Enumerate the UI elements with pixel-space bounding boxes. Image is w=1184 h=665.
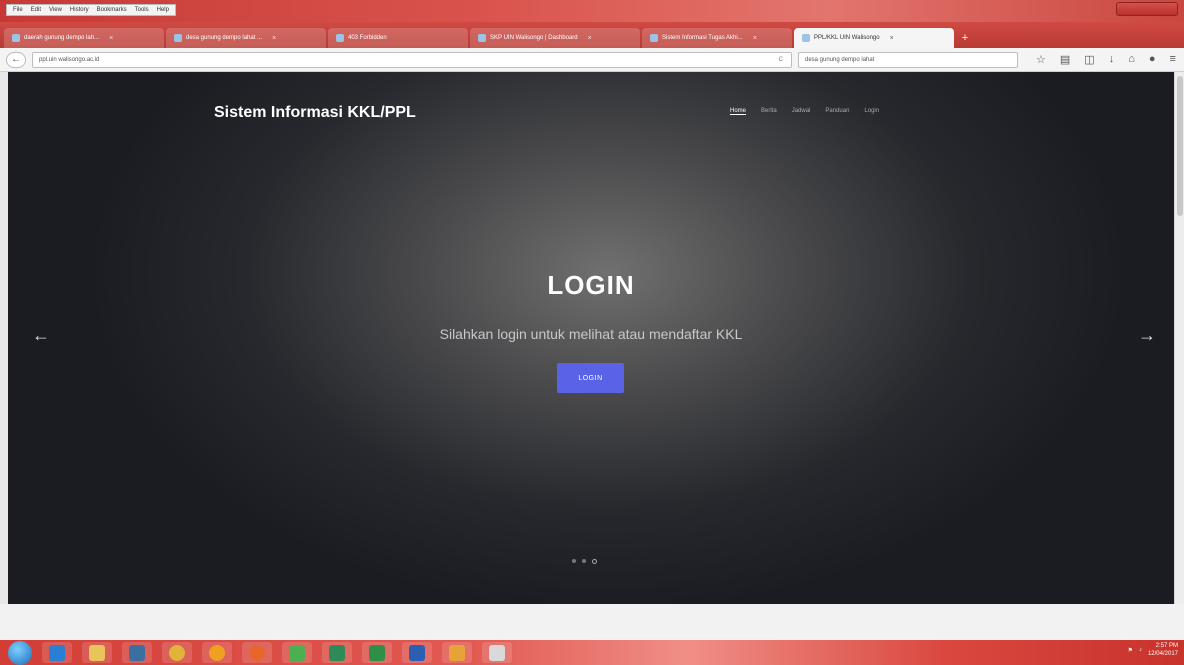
explorer-icon — [89, 644, 105, 661]
chrome-icon — [209, 644, 225, 661]
nav-berita[interactable]: Berita — [761, 108, 777, 115]
nav-jadwal[interactable]: Jadwal — [792, 108, 811, 115]
hero-title: LOGIN — [547, 270, 635, 300]
app-icon — [449, 644, 465, 661]
taskbar-media[interactable] — [122, 642, 152, 663]
close-icon[interactable]: × — [272, 35, 276, 42]
carousel-dot[interactable] — [572, 559, 576, 563]
tab-label: daerah gunung dempo lah... — [24, 35, 100, 41]
app-icon — [489, 644, 505, 661]
search-input[interactable]: desa gunung dempo lahat — [798, 51, 1018, 68]
tab-sistem-informasi[interactable]: Sistem Informasi Tugas Akhi... × — [642, 28, 792, 48]
taskbar-explorer[interactable] — [82, 642, 112, 663]
tab-skp-uin[interactable]: SKP UIN Walisongo | Dashboard × — [470, 28, 640, 48]
page-icon — [650, 34, 658, 42]
tab-label: 403 Forbidden — [348, 35, 387, 41]
site-nav: Home Berita Jadwal Panduan Login — [730, 108, 879, 115]
taskbar-network[interactable] — [322, 642, 352, 663]
firefox-icon — [249, 644, 265, 661]
tab-label: Sistem Informasi Tugas Akhi... — [662, 35, 743, 41]
menu-view[interactable]: View — [46, 5, 65, 15]
system-tray: ⚑ ♪ 2:57 PM 12/04/2017 — [1128, 642, 1178, 658]
taskbar-chrome[interactable] — [162, 642, 192, 663]
taskbar-chrome-2[interactable] — [202, 642, 232, 663]
carousel-dot-active[interactable] — [592, 559, 597, 564]
chrome-icon — [169, 644, 185, 661]
hero-subtitle: Silahkan login untuk melihat atau mendaf… — [439, 326, 743, 342]
menu-edit[interactable]: Edit — [28, 5, 44, 15]
close-icon[interactable]: × — [109, 35, 113, 42]
star-icon[interactable]: ☆ — [1036, 53, 1046, 66]
navigation-bar: ← ppl.uin walisongo.ac.id C desa gunung … — [0, 48, 1184, 72]
url-text: ppl.uin walisongo.ac.id — [39, 56, 100, 63]
tab-bar: daerah gunung dempo lah... × desa gunung… — [0, 22, 1184, 48]
login-button[interactable]: LOGIN — [557, 363, 624, 393]
taskbar-word[interactable] — [402, 642, 432, 663]
library-icon[interactable]: ▤ — [1060, 53, 1070, 66]
start-button[interactable] — [8, 640, 32, 665]
tab-403-forbidden[interactable]: 403 Forbidden — [328, 28, 468, 48]
clock-date: 12/04/2017 — [1147, 651, 1178, 657]
taskbar-app-2[interactable] — [442, 642, 472, 663]
site-brand[interactable]: Sistem Informasi KKL/PPL — [214, 104, 416, 122]
tab-daerah-gunung[interactable]: daerah gunung dempo lah... × — [4, 28, 164, 48]
google-icon — [174, 34, 182, 42]
nav-login[interactable]: Login — [864, 108, 879, 115]
menu-tools[interactable]: Tools — [132, 5, 152, 15]
tab-label: SKP UIN Walisongo | Dashboard — [490, 35, 578, 41]
window-controls[interactable] — [1116, 2, 1178, 16]
page-icon — [336, 34, 344, 42]
taskbar-firefox[interactable] — [242, 642, 272, 663]
tray-volume-icon[interactable]: ♪ — [1139, 647, 1142, 653]
network-icon — [329, 644, 345, 661]
word-icon — [409, 644, 425, 661]
new-tab-button[interactable]: + — [956, 28, 974, 48]
google-icon — [12, 34, 20, 42]
nav-panduan[interactable]: Panduan — [825, 108, 849, 115]
page-below-fold — [0, 604, 1184, 640]
taskbar-excel[interactable] — [362, 642, 392, 663]
carousel-indicators — [572, 559, 597, 564]
close-icon[interactable]: × — [890, 35, 894, 42]
home-icon[interactable]: ⌂ — [1128, 53, 1135, 66]
menu-icon[interactable]: ≡ — [1170, 53, 1176, 66]
app-icon — [289, 644, 305, 661]
media-icon — [129, 644, 145, 661]
page-icon — [478, 34, 486, 42]
close-icon[interactable]: × — [753, 35, 757, 42]
tab-label: desa gunung dempo lahat ... — [186, 35, 263, 41]
nav-home[interactable]: Home — [730, 108, 747, 115]
page-viewport: Sistem Informasi KKL/PPL Home Berita Jad… — [8, 72, 1174, 604]
url-bar[interactable]: ppl.uin walisongo.ac.id C — [32, 51, 792, 68]
tab-ppl-kkl[interactable]: PPL/KKL UIN Walisongo × — [794, 28, 954, 48]
scrollbar-thumb[interactable] — [1177, 76, 1183, 216]
reload-icon[interactable]: C — [779, 53, 791, 67]
taskbar: ⚑ ♪ 2:57 PM 12/04/2017 — [0, 640, 1184, 665]
taskbar-app[interactable] — [282, 642, 312, 663]
menu-file[interactable]: File — [10, 5, 26, 15]
toolbar-icons: ☆ ▤ ◫ ↓ ⌂ ● ≡ — [1036, 53, 1176, 66]
page-scrollbar[interactable] — [1174, 72, 1184, 604]
menu-bar: File Edit View History Bookmarks Tools H… — [6, 4, 176, 16]
tray-flag-icon[interactable]: ⚑ — [1128, 647, 1133, 654]
taskbar-ie[interactable] — [42, 642, 72, 663]
back-button[interactable]: ← — [6, 51, 26, 68]
carousel-dot[interactable] — [582, 559, 586, 563]
clock-time: 2:57 PM — [1155, 643, 1178, 649]
menu-history[interactable]: History — [67, 5, 92, 15]
menu-help[interactable]: Help — [154, 5, 172, 15]
addon-icon[interactable]: ● — [1149, 53, 1156, 66]
tab-label: PPL/KKL UIN Walisongo — [814, 35, 880, 41]
tab-desa-gunung[interactable]: desa gunung dempo lahat ... × — [166, 28, 326, 48]
close-icon[interactable]: × — [588, 35, 592, 42]
pocket-icon[interactable]: ◫ — [1084, 53, 1094, 66]
window-title-bar: File Edit View History Bookmarks Tools H… — [0, 0, 1184, 22]
menu-bookmarks[interactable]: Bookmarks — [94, 5, 130, 15]
taskbar-app-3[interactable] — [482, 642, 512, 663]
page-icon — [802, 34, 810, 42]
download-icon[interactable]: ↓ — [1109, 53, 1115, 66]
ie-icon — [49, 644, 65, 661]
excel-icon — [369, 644, 385, 661]
clock[interactable]: 2:57 PM 12/04/2017 — [1148, 642, 1178, 658]
